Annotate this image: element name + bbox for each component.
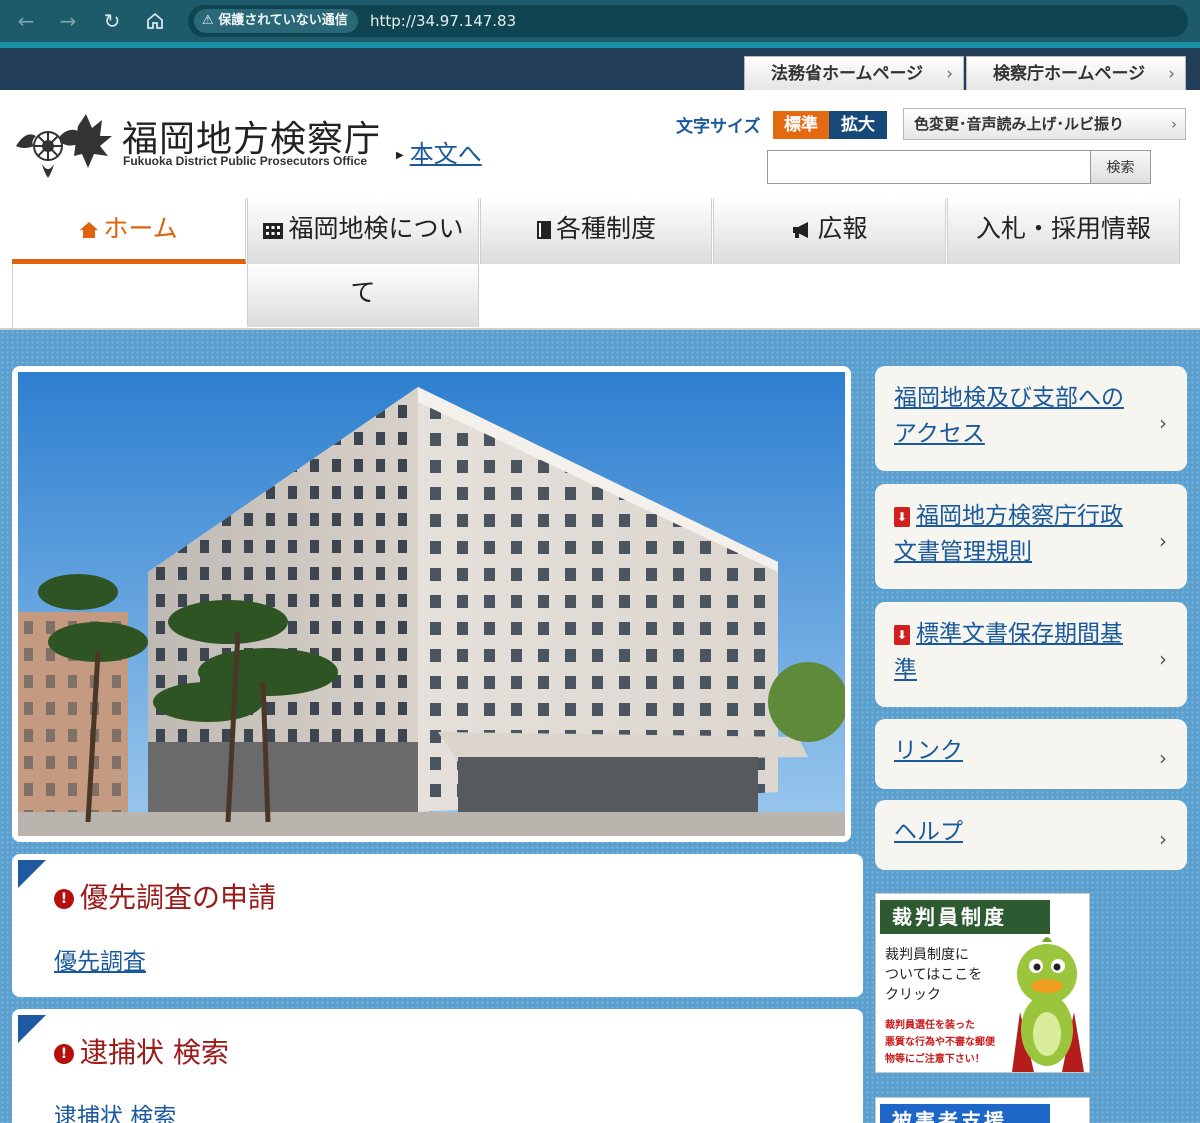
site-header: 福岡地方検察庁 Fukuoka District Public Prosecut… <box>0 90 1200 200</box>
chevron-right-icon: › <box>1159 646 1167 671</box>
side-link-label-1: リンク <box>894 738 963 764</box>
nav-about-label-1: 福岡地検につい <box>288 214 464 243</box>
side-link-retention-standard[interactable]: ⬇ 標準文書保存期間基 準 › <box>875 602 1187 707</box>
security-chip[interactable]: ⚠ 保護されていない通信 <box>194 9 358 33</box>
global-nav: ホーム 福岡地検につい て 各種制度 広報 入札・採用情報 <box>0 198 1200 330</box>
alert-icon: ! <box>54 1044 74 1064</box>
side-link-label-1: 標準文書保存期間基 <box>916 621 1123 647</box>
url-text[interactable]: http://34.97.147.83 <box>370 5 516 37</box>
megaphone-icon <box>793 222 809 238</box>
nav-about-wrap[interactable]: て <box>247 264 479 327</box>
search-input[interactable] <box>767 150 1091 184</box>
warning-icon: ⚠ <box>202 13 219 28</box>
side-link-document-rules[interactable]: ⬇ 福岡地方検察庁行政 文書管理規則 › <box>875 484 1187 589</box>
house-icon <box>80 222 99 238</box>
chevron-right-icon: › <box>1159 827 1167 851</box>
side-link-label-1: 福岡地検及び支部への <box>894 385 1124 411</box>
chevron-right-icon: › <box>1159 746 1167 770</box>
accessibility-button[interactable]: 色変更･音声読み上げ･ルビ振り › <box>903 108 1186 140</box>
side-link-help[interactable]: ヘルプ › <box>875 800 1187 870</box>
font-size-standard-button[interactable]: 標準 <box>773 111 829 139</box>
card-title-text: 逮捕状 検索 <box>80 1036 229 1069</box>
search-button[interactable]: 検索 <box>1090 150 1151 184</box>
nav-about-label-2: て <box>350 278 376 307</box>
card-title-text: 優先調査の申請 <box>80 881 277 914</box>
side-link-label-1: ヘルプ <box>894 819 963 845</box>
nav-bids[interactable]: 入札・採用情報 <box>947 198 1180 264</box>
kensatsu-homepage-link[interactable]: 検察庁ホームページ › <box>966 56 1186 92</box>
banner-warning-3: 物等にご注意下さい！ <box>885 1054 985 1065</box>
triangle-right-icon: ▶ <box>396 149 404 161</box>
victim-support-banner[interactable]: 被害者支援 <box>875 1097 1090 1123</box>
banner-line-1: 裁判員制度に <box>885 947 969 963</box>
pdf-icon: ⬇ <box>894 506 910 527</box>
nav-systems-label: 各種制度 <box>555 214 656 243</box>
moj-link-label: 法務省ホームページ <box>771 64 924 84</box>
building-icon <box>263 223 284 239</box>
main-content: ! 優先調査の申請 優先調査 ! 逮捕状 検索 逮捕状 検索 福岡地検及び支部への … <box>0 330 1200 1123</box>
chevron-right-icon: › <box>946 64 953 84</box>
nav-bids-label: 入札・採用情報 <box>975 214 1151 243</box>
nav-pr-label: 広報 <box>817 214 868 243</box>
card-title: ! 優先調査の申請 <box>54 876 276 916</box>
emblem-icon <box>16 114 112 178</box>
nav-home-spacer <box>12 264 246 328</box>
side-link-label-2: アクセス <box>894 421 985 447</box>
book-icon <box>536 221 551 239</box>
back-button[interactable]: ← <box>12 7 40 35</box>
reload-icon: ↻ <box>103 9 121 33</box>
banner-line-2: ついてはここを <box>885 967 983 983</box>
skip-link-label: 本文へ <box>409 140 482 168</box>
priority-investigation-link[interactable]: 優先調査 <box>54 942 146 976</box>
arrest-warrant-link[interactable]: 逮捕状 検索 <box>54 1097 176 1123</box>
corner-decoration <box>18 1015 46 1043</box>
building-photo <box>18 372 845 836</box>
reload-button[interactable]: ↻ <box>98 7 126 35</box>
security-label: 保護されていない通信 <box>218 13 348 28</box>
arrow-left-icon: ← <box>17 9 35 33</box>
banner-warning-1: 裁判員選任を装った <box>885 1020 975 1031</box>
priority-investigation-card: ! 優先調査の申請 優先調査 <box>12 854 863 997</box>
address-bar[interactable]: ⚠ 保護されていない通信 http://34.97.147.83 <box>188 5 1188 37</box>
site-subtitle: Fukuoka District Public Prosecutors Offi… <box>123 154 368 168</box>
chevron-right-icon: › <box>1171 115 1177 133</box>
nav-pr[interactable]: 広報 <box>713 198 946 264</box>
chevron-right-icon: › <box>1168 64 1175 84</box>
nav-about[interactable]: 福岡地検につい <box>247 198 479 264</box>
arrow-right-icon: → <box>59 9 77 33</box>
accessibility-label: 色変更･音声読み上げ･ルビ振り <box>914 115 1125 133</box>
hero-image-frame <box>12 366 851 842</box>
nav-systems[interactable]: 各種制度 <box>480 198 712 264</box>
pdf-icon: ⬇ <box>894 624 910 645</box>
corner-decoration <box>18 860 46 888</box>
nav-home-label: ホーム <box>103 214 178 243</box>
nav-home[interactable]: ホーム <box>12 198 246 264</box>
font-size-label: 文字サイズ <box>676 117 761 137</box>
side-link-label-1: 福岡地方検察庁行政 <box>916 503 1123 529</box>
kensatsu-link-label: 検察庁ホームページ <box>993 64 1146 84</box>
banner-heading: 裁判員制度 <box>880 900 1050 934</box>
mascot-icon <box>1012 937 1084 1072</box>
chevron-right-icon: › <box>1159 528 1167 553</box>
side-link-label-2: 文書管理規則 <box>894 539 1032 565</box>
home-icon <box>147 12 163 29</box>
skip-to-content-link[interactable]: ▶ 本文へ <box>396 134 482 169</box>
top-strip: 法務省ホームページ › 検察庁ホームページ › <box>0 42 1200 92</box>
home-button[interactable] <box>141 7 169 35</box>
lay-judge-banner[interactable]: 裁判員制度 裁判員制度に ついてはここを クリック 裁判員選任を装った 悪質な行… <box>875 893 1090 1073</box>
moj-homepage-link[interactable]: 法務省ホームページ › <box>744 56 964 92</box>
side-link-label-2: 準 <box>894 657 917 683</box>
browser-toolbar: ← → ↻ ⚠ 保護されていない通信 http://34.97.147.83 <box>0 0 1200 42</box>
chevron-right-icon: › <box>1159 410 1167 435</box>
forward-button[interactable]: → <box>54 7 82 35</box>
side-link-links[interactable]: リンク › <box>875 719 1187 789</box>
banner-line-3: クリック <box>885 987 941 1003</box>
banner-warning-2: 悪質な行為や不審な郵便 <box>885 1037 995 1048</box>
side-link-access[interactable]: 福岡地検及び支部への アクセス › <box>875 366 1187 471</box>
arrest-warrant-card: ! 逮捕状 検索 逮捕状 検索 <box>12 1009 863 1123</box>
card-title: ! 逮捕状 検索 <box>54 1031 229 1071</box>
banner-heading: 被害者支援 <box>880 1104 1050 1123</box>
font-size-large-button[interactable]: 拡大 <box>829 111 887 139</box>
alert-icon: ! <box>54 889 74 909</box>
